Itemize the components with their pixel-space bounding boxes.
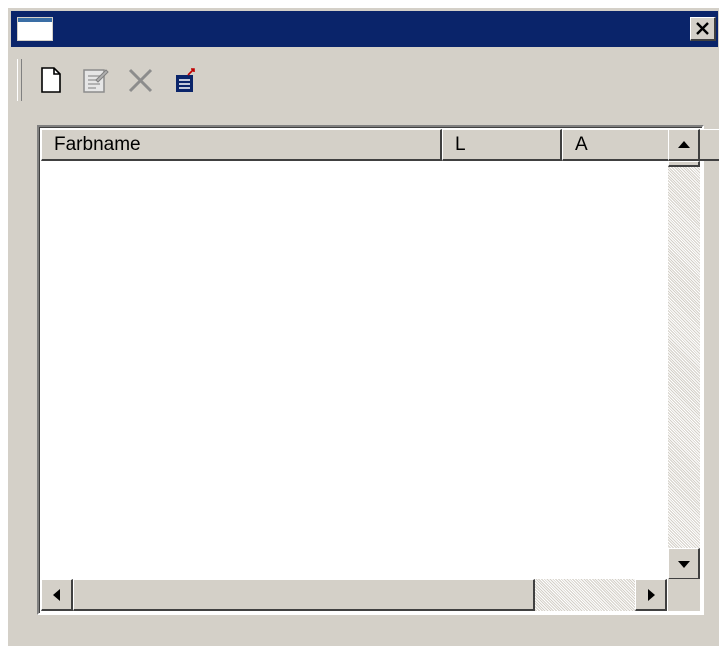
arrow-down-icon bbox=[678, 561, 690, 568]
toolbar-grip[interactable] bbox=[17, 59, 22, 101]
import-button[interactable] bbox=[169, 63, 203, 97]
vertical-scroll-thumb[interactable] bbox=[668, 161, 700, 167]
arrow-left-icon bbox=[53, 589, 60, 601]
dialog-window: Farbname L A bbox=[8, 8, 719, 646]
scrollbar-corner bbox=[668, 579, 700, 611]
window-icon bbox=[17, 17, 53, 41]
import-icon bbox=[176, 68, 195, 92]
title-bar[interactable] bbox=[11, 11, 718, 47]
horizontal-scrollbar[interactable] bbox=[41, 579, 667, 611]
delete-icon bbox=[128, 68, 153, 93]
close-button[interactable] bbox=[690, 17, 716, 41]
scroll-up-button[interactable] bbox=[668, 129, 700, 161]
column-header-l[interactable]: L bbox=[442, 129, 562, 161]
arrow-right-icon bbox=[648, 589, 655, 601]
new-document-icon bbox=[41, 67, 61, 93]
list-header: Farbname L A bbox=[41, 129, 719, 161]
new-button[interactable] bbox=[35, 63, 69, 97]
scroll-left-button[interactable] bbox=[41, 579, 73, 611]
column-header-farbname[interactable]: Farbname bbox=[41, 129, 442, 161]
scroll-right-button[interactable] bbox=[635, 579, 667, 611]
delete-button[interactable] bbox=[123, 63, 157, 97]
properties-icon bbox=[83, 69, 109, 93]
toolbar bbox=[11, 53, 716, 107]
close-icon bbox=[696, 22, 709, 35]
horizontal-scroll-thumb[interactable] bbox=[73, 579, 535, 611]
properties-button[interactable] bbox=[77, 63, 111, 97]
arrow-up-icon bbox=[678, 141, 690, 148]
scroll-down-button[interactable] bbox=[668, 548, 700, 580]
vertical-scrollbar[interactable] bbox=[668, 129, 700, 580]
color-list[interactable]: Farbname L A bbox=[37, 125, 719, 615]
